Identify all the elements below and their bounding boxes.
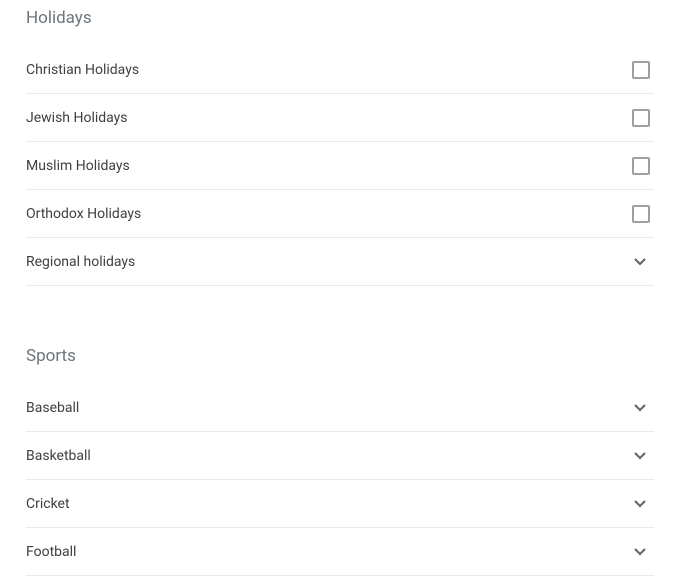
section-header-holidays: Holidays	[26, 0, 654, 46]
sport-label: Basketball	[26, 448, 91, 464]
checkbox-icon[interactable]	[632, 205, 650, 223]
sport-row-cricket[interactable]: Cricket	[26, 480, 654, 528]
sport-label: Football	[26, 544, 76, 560]
chevron-down-icon	[628, 444, 652, 468]
section-header-sports: Sports	[26, 286, 654, 384]
checkbox-icon[interactable]	[632, 61, 650, 79]
holiday-label: Regional holidays	[26, 254, 135, 270]
holiday-label: Christian Holidays	[26, 62, 139, 78]
holiday-row-christian[interactable]: Christian Holidays	[26, 46, 654, 94]
chevron-down-icon	[628, 396, 652, 420]
checkbox-icon[interactable]	[632, 157, 650, 175]
checkbox-icon[interactable]	[632, 109, 650, 127]
holiday-label: Muslim Holidays	[26, 158, 130, 174]
sport-label: Cricket	[26, 496, 70, 512]
holiday-label: Jewish Holidays	[26, 110, 128, 126]
chevron-down-icon	[628, 492, 652, 516]
sport-row-basketball[interactable]: Basketball	[26, 432, 654, 480]
holiday-row-muslim[interactable]: Muslim Holidays	[26, 142, 654, 190]
sport-label: Baseball	[26, 400, 79, 416]
holiday-row-jewish[interactable]: Jewish Holidays	[26, 94, 654, 142]
sport-row-baseball[interactable]: Baseball	[26, 384, 654, 432]
holiday-label: Orthodox Holidays	[26, 206, 141, 222]
holiday-row-regional[interactable]: Regional holidays	[26, 238, 654, 286]
chevron-down-icon	[628, 540, 652, 564]
sport-row-football[interactable]: Football	[26, 528, 654, 576]
chevron-down-icon	[628, 250, 652, 274]
holiday-row-orthodox[interactable]: Orthodox Holidays	[26, 190, 654, 238]
